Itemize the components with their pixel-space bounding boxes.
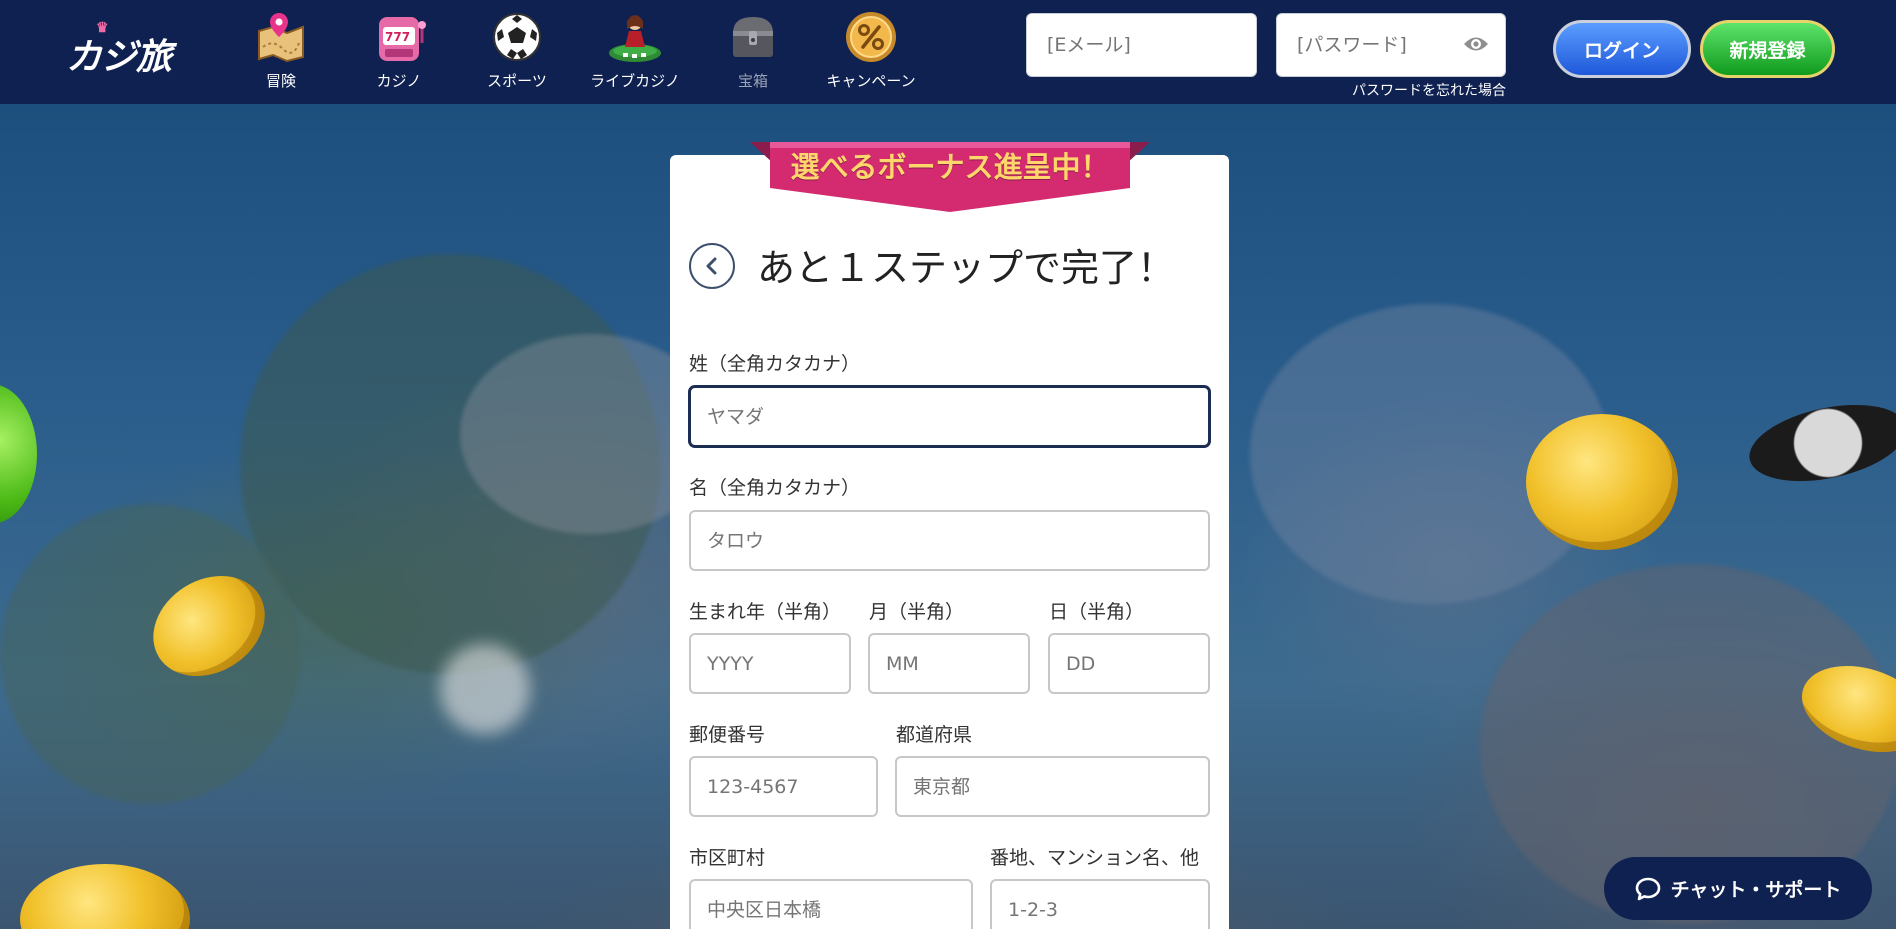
birth-day-label: 日（半角） (1049, 601, 1145, 623)
slot-machine-icon: 777 (370, 8, 428, 66)
live-dealer-icon (606, 8, 664, 66)
treasure-chest-icon (724, 8, 782, 66)
nav-item-sports[interactable]: スポーツ (458, 8, 576, 96)
top-header: ♛ カジ旅 冒険 777 カジノ スポーツ ライブカジノ 宝箱 キャンペーン [… (0, 0, 1896, 104)
register-button[interactable]: 新規登録 (1700, 20, 1835, 78)
bonus-ribbon-text: 選べるボーナス進呈中！ (790, 150, 1110, 184)
city-label: 市区町村 (689, 847, 766, 869)
login-button[interactable]: ログイン (1553, 20, 1691, 78)
first-name-label: 名（全角カタカナ） (689, 477, 861, 499)
main-nav: 冒険 777 カジノ スポーツ ライブカジノ 宝箱 キャンペーン (222, 8, 930, 96)
nav-label: 宝箱 (737, 72, 768, 90)
percent-coin-icon (842, 8, 900, 66)
prefecture-label: 都道府県 (896, 724, 973, 746)
nav-label: ライブカジノ (590, 72, 680, 90)
birth-year-label: 生まれ年（半角） (689, 601, 842, 623)
nav-label: スポーツ (487, 72, 547, 90)
birth-year-input[interactable] (689, 633, 851, 694)
map-icon (252, 8, 310, 66)
coin-decoration (20, 864, 190, 929)
island-shape (0, 504, 300, 804)
nav-item-adventure[interactable]: 冒険 (222, 8, 340, 96)
postal-code-label: 郵便番号 (689, 724, 766, 746)
chat-support-button[interactable]: チャット・サポート (1604, 857, 1872, 920)
nav-label: キャンペーン (826, 72, 916, 90)
birth-month-input[interactable] (868, 633, 1030, 694)
last-name-label: 姓（全角カタカナ） (689, 353, 861, 375)
city-input[interactable] (689, 879, 973, 929)
logo-text: カジ旅 (66, 36, 172, 78)
nav-item-campaign[interactable]: キャンペーン (812, 8, 930, 96)
site-logo[interactable]: ♛ カジ旅 (66, 20, 172, 78)
birth-month-label: 月（半角） (869, 601, 965, 623)
form-title: あと１ステップで完了！ (757, 246, 1176, 290)
svg-text:777: 777 (385, 30, 410, 44)
crown-icon: ♛ (96, 20, 109, 36)
nav-item-live-casino[interactable]: ライブカジノ (576, 8, 694, 96)
nav-label: 冒険 (265, 72, 296, 90)
address-label: 番地、マンション名、他 (990, 847, 1200, 869)
nav-item-treasure[interactable]: 宝箱 (694, 8, 812, 96)
email-input[interactable] (1026, 13, 1257, 77)
prefecture-input[interactable] (895, 756, 1210, 817)
back-button[interactable] (689, 243, 735, 289)
nav-label: カジノ (376, 72, 422, 90)
chevron-left-icon (706, 257, 717, 275)
bonus-ribbon: 選べるボーナス進呈中！ (750, 142, 1150, 212)
forgot-password-link[interactable]: パスワードを忘れた場合 (1340, 80, 1506, 100)
green-ball-decoration (0, 384, 37, 524)
nav-item-casino[interactable]: 777 カジノ (340, 8, 458, 96)
blurred-object (440, 644, 530, 734)
coin-decoration (1526, 414, 1678, 550)
postal-code-input[interactable] (689, 756, 878, 817)
poker-chip-decoration (1742, 392, 1896, 494)
chat-support-label: チャット・サポート (1670, 879, 1842, 901)
eye-icon[interactable] (1462, 33, 1490, 55)
soccer-ball-icon (488, 8, 546, 66)
birth-day-input[interactable] (1048, 633, 1210, 694)
last-name-input[interactable] (689, 386, 1210, 447)
chat-bubble-icon (1635, 877, 1660, 900)
first-name-input[interactable] (689, 510, 1210, 571)
address-input[interactable] (990, 879, 1210, 929)
